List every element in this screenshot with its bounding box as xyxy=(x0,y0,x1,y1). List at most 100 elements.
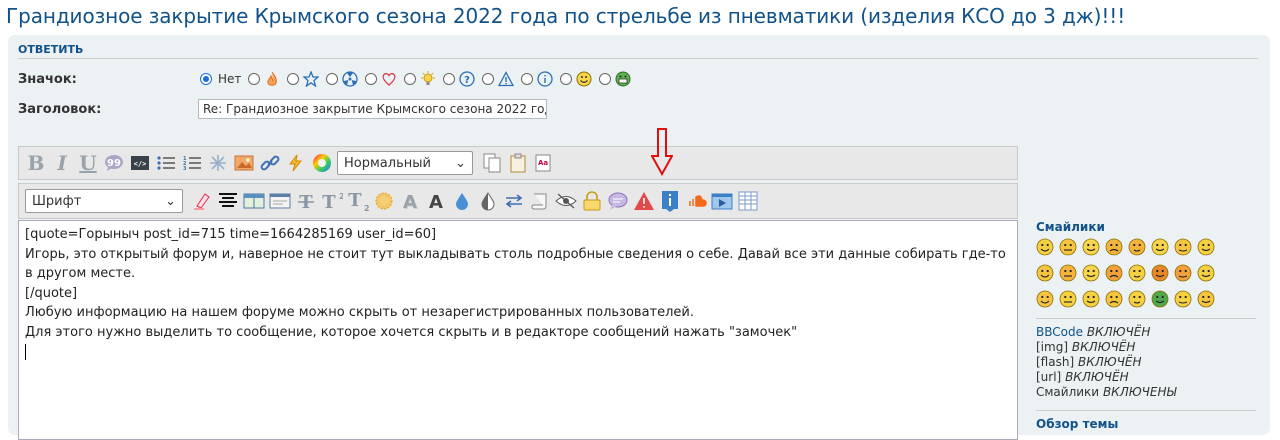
editor-line: [quote=Горыныч post_id=715 time=16642851… xyxy=(25,227,437,242)
bullet-list-icon[interactable] xyxy=(155,152,177,174)
smilies-status: Смайлики ВКЛЮЧЕНЫ xyxy=(1036,385,1264,400)
editor-line: Игорь, это открытый форум и, наверное не… xyxy=(25,246,1006,282)
swap-icon[interactable] xyxy=(503,190,525,212)
strikethrough-icon[interactable]: T xyxy=(295,190,317,212)
smiley-icon[interactable] xyxy=(1197,238,1215,256)
hide-eye-icon[interactable] xyxy=(555,190,577,212)
font-family-select[interactable]: Шрифт ⌄ xyxy=(25,189,183,213)
icon-option-lightbulb[interactable] xyxy=(404,71,436,87)
icon-option-grin[interactable] xyxy=(599,71,631,87)
icon-option-info[interactable] xyxy=(521,71,554,87)
link-icon[interactable] xyxy=(259,152,281,174)
shadow-icon[interactable]: AA xyxy=(399,190,421,212)
numbered-list-icon[interactable]: 123 xyxy=(181,152,203,174)
underline-button[interactable]: U xyxy=(77,151,99,175)
radio-button[interactable] xyxy=(521,73,534,85)
smiley-icon[interactable] xyxy=(1128,290,1146,308)
soundcloud-icon[interactable] xyxy=(685,190,707,212)
smiley-icon[interactable] xyxy=(1197,264,1215,282)
bold-button[interactable]: B xyxy=(25,151,47,175)
smiley-icon[interactable] xyxy=(1059,264,1077,282)
warning-icon[interactable] xyxy=(633,190,655,212)
spellcheck-icon[interactable]: Aa xyxy=(533,152,555,174)
flash-label: [flash] xyxy=(1036,355,1075,369)
bbcode-link[interactable]: BBCode xyxy=(1036,325,1083,339)
font-size-select[interactable]: Нормальный ⌄ xyxy=(337,151,473,175)
color-picker-icon[interactable] xyxy=(311,152,333,174)
flash-icon[interactable] xyxy=(285,152,307,174)
smiley-icon[interactable] xyxy=(1128,238,1146,256)
radio-button[interactable] xyxy=(326,73,339,85)
editor-line: [/quote] xyxy=(25,285,78,301)
icon-option-warning[interactable] xyxy=(482,71,515,87)
highlight-icon[interactable] xyxy=(191,190,213,212)
superscript-icon[interactable]: T2 xyxy=(321,190,343,212)
lock-icon[interactable] xyxy=(581,190,603,212)
copy-icon[interactable] xyxy=(481,152,503,174)
list-item-icon[interactable] xyxy=(207,152,229,174)
topic-title[interactable]: Грандиозное закрытие Крымского сезона 20… xyxy=(6,4,1125,28)
video-icon[interactable] xyxy=(711,190,733,212)
smiley-icon[interactable] xyxy=(1105,290,1123,308)
smiley-icon[interactable] xyxy=(1036,238,1054,256)
glow-icon[interactable] xyxy=(373,190,395,212)
icon-option-radioactive[interactable] xyxy=(326,71,359,87)
info-icon[interactable] xyxy=(659,190,681,212)
radio-button[interactable] xyxy=(599,73,612,85)
smiley-icon[interactable] xyxy=(1151,238,1169,256)
smiley-icon[interactable] xyxy=(1082,290,1100,308)
smiley-icon[interactable] xyxy=(1059,238,1077,256)
smiley-icon[interactable] xyxy=(1174,264,1192,282)
italic-button[interactable]: I xyxy=(51,151,73,175)
smiley-icon[interactable] xyxy=(1105,264,1123,282)
radio-button[interactable] xyxy=(287,73,300,85)
smiley-icon[interactable] xyxy=(1197,290,1215,308)
subscript-icon[interactable]: T2 xyxy=(347,190,369,212)
message-textarea[interactable]: [quote=Горыныч post_id=715 time=16642851… xyxy=(18,220,1018,440)
heart-icon xyxy=(381,71,397,87)
radio-button[interactable] xyxy=(443,73,456,85)
format-toolbar-secondary: Шрифт ⌄ T T2 T2 AA A xyxy=(18,183,1018,219)
icon-option-none[interactable]: Нет xyxy=(200,72,241,86)
radio-button[interactable] xyxy=(482,73,495,85)
subject-input[interactable]: Re: Грандиозное закрытие Крымского сезон… xyxy=(198,99,547,119)
code-icon[interactable]: </> xyxy=(129,152,151,174)
smiley-icon[interactable] xyxy=(1036,264,1054,282)
smiley-icon[interactable] xyxy=(1082,238,1100,256)
radio-button[interactable] xyxy=(200,73,212,85)
font-icon[interactable]: A xyxy=(425,190,447,212)
svg-text:Aa: Aa xyxy=(538,159,548,167)
comment-icon[interactable] xyxy=(607,190,629,212)
radio-button[interactable] xyxy=(404,73,417,85)
image-icon[interactable] xyxy=(233,152,255,174)
smiley-icon[interactable] xyxy=(1105,238,1123,256)
scroll-icon[interactable] xyxy=(529,190,551,212)
smiley-icon[interactable] xyxy=(1128,264,1146,282)
radio-button[interactable] xyxy=(365,73,378,85)
drop-icon[interactable] xyxy=(451,190,473,212)
paste-icon[interactable] xyxy=(507,152,529,174)
smiley-icon[interactable] xyxy=(1036,290,1054,308)
contrast-icon[interactable] xyxy=(477,190,499,212)
smiley-icon[interactable] xyxy=(1151,264,1169,282)
align-center-icon[interactable] xyxy=(217,190,239,212)
quote-icon[interactable]: 99 xyxy=(103,152,125,174)
icon-label: Значок: xyxy=(18,72,77,87)
smiley-icon[interactable] xyxy=(1082,264,1100,282)
smiley-icon[interactable] xyxy=(1174,290,1192,308)
table-icon[interactable] xyxy=(243,190,265,212)
icon-option-heart[interactable] xyxy=(365,71,397,87)
radio-button[interactable] xyxy=(560,73,573,85)
icon-option-star[interactable] xyxy=(287,71,320,87)
window-icon[interactable] xyxy=(269,190,291,212)
icon-option-smile[interactable] xyxy=(560,71,592,87)
smiley-icon[interactable] xyxy=(1174,238,1192,256)
grid-table-icon[interactable] xyxy=(737,190,759,212)
icon-option-fire[interactable] xyxy=(248,71,280,87)
radio-button[interactable] xyxy=(248,73,261,85)
smiley-icon[interactable] xyxy=(1151,290,1169,308)
divider xyxy=(1036,318,1256,319)
icon-option-question[interactable]: ? xyxy=(443,71,476,87)
grin-icon xyxy=(615,71,631,87)
smiley-icon[interactable] xyxy=(1059,290,1077,308)
